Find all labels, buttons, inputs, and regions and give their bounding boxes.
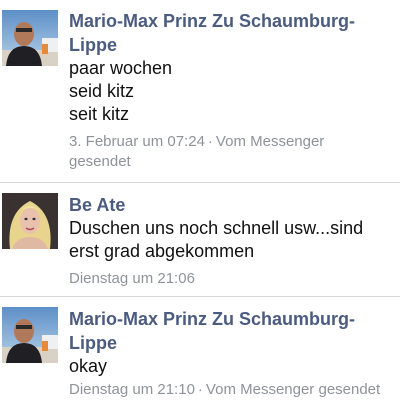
message-item: Mario-Max Prinz Zu Schaumburg-Lippe okay… xyxy=(0,298,400,400)
meta-separator: · xyxy=(197,381,203,398)
timestamp: Dienstag um 21:06 xyxy=(69,270,195,287)
avatar[interactable] xyxy=(2,10,58,66)
sender-name[interactable]: Mario-Max Prinz Zu Schaumburg-Lippe xyxy=(69,307,390,355)
sent-via-label: Vom Messenger gesendet xyxy=(205,381,381,398)
message-body: Be Ate Duschen uns noch schnell usw...si… xyxy=(69,193,390,289)
message-meta: Dienstag um 21:10 · Vom Messenger gesendet xyxy=(69,380,390,400)
message-item: Be Ate Duschen uns noch schnell usw...si… xyxy=(0,184,400,297)
avatar-man-photo xyxy=(2,307,58,363)
message-line: seid kitz xyxy=(69,81,135,101)
sender-name[interactable]: Mario-Max Prinz Zu Schaumburg-Lippe xyxy=(69,9,390,57)
timestamp: Dienstag um 21:10 xyxy=(69,381,195,398)
sender-name[interactable]: Be Ate xyxy=(69,193,390,217)
avatar[interactable] xyxy=(2,193,58,249)
timestamp: 3. Februar um 07:24 xyxy=(69,133,205,150)
meta-separator: · xyxy=(207,133,213,150)
avatar[interactable] xyxy=(2,307,58,363)
message-body: Mario-Max Prinz Zu Schaumburg-Lippe paar… xyxy=(69,9,390,172)
message-text: okay xyxy=(69,356,108,376)
avatar-woman-blonde-photo xyxy=(2,193,58,249)
message-thread: Mario-Max Prinz Zu Schaumburg-Lippe paar… xyxy=(0,0,400,400)
avatar-man-photo xyxy=(2,10,58,66)
message-item: Mario-Max Prinz Zu Schaumburg-Lippe paar… xyxy=(0,0,400,183)
message-line: seit kitz xyxy=(69,104,130,124)
message-text: Duschen uns noch schnell usw...sind erst… xyxy=(69,218,364,261)
message-line: paar wochen xyxy=(69,58,173,78)
message-meta: 3. Februar um 07:24 · Vom Messenger gesend… xyxy=(69,132,390,172)
message-body: Mario-Max Prinz Zu Schaumburg-Lippe okay… xyxy=(69,307,390,400)
